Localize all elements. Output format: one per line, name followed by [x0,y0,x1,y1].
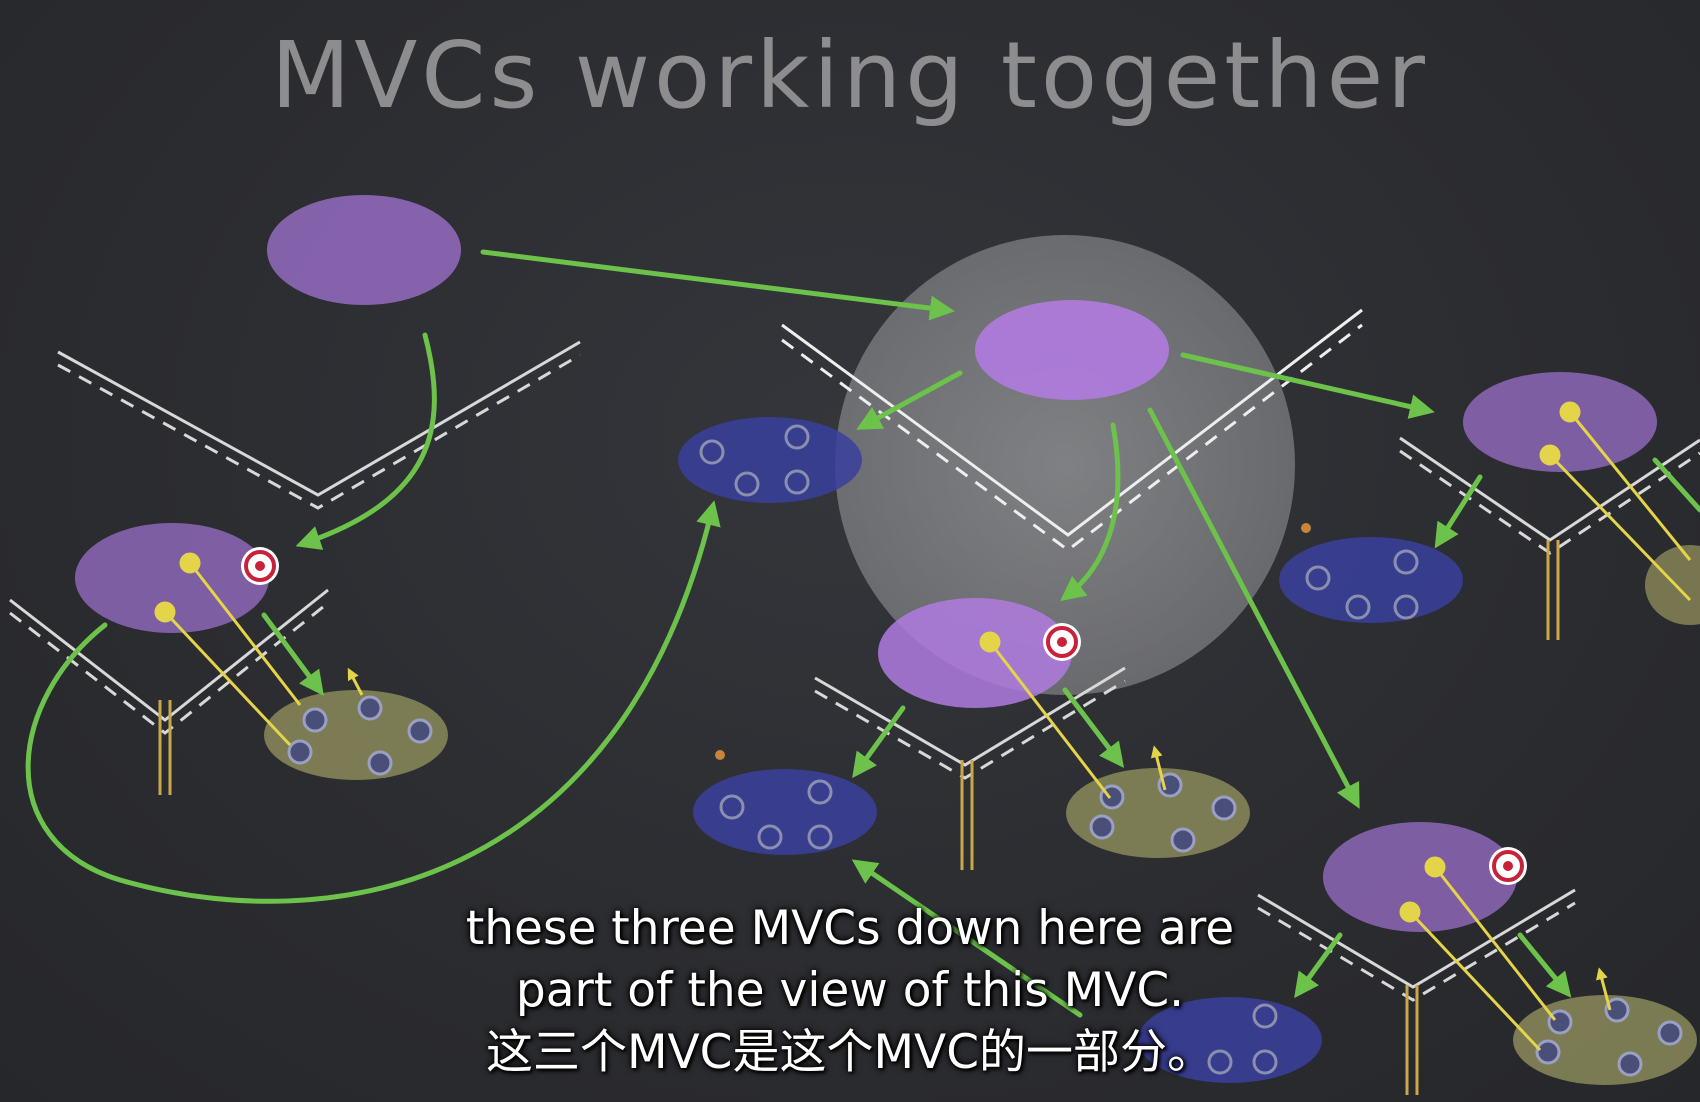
mvc-top-left [57,195,581,510]
subtitles: these three MVCs down here are part of t… [0,898,1700,1084]
subtitle-line-2: part of the view of this MVC. [515,963,1185,1018]
mvc-left [9,523,448,795]
outlet-icon [1301,523,1311,533]
target-icon [1043,623,1081,661]
subtitle-line-3: 这三个MVC是这个MVC的一部分。 [485,1025,1215,1080]
arrow [261,612,324,697]
subtitle-line-1: these three MVCs down here are [465,901,1235,956]
mvc-right [1279,372,1700,640]
slide: MVCs working together these three MVCs d… [0,0,1700,1102]
outlet-icon [715,750,725,760]
arrow [480,249,955,321]
controller-node [878,598,1072,708]
controller-node [975,300,1169,400]
model-node [1645,545,1700,625]
target-icon [1489,847,1527,885]
target-icon [241,547,279,585]
arrow [1652,457,1700,513]
controller-node [267,195,461,305]
mvc-divider-lines [57,340,581,510]
arrow [1434,474,1483,549]
